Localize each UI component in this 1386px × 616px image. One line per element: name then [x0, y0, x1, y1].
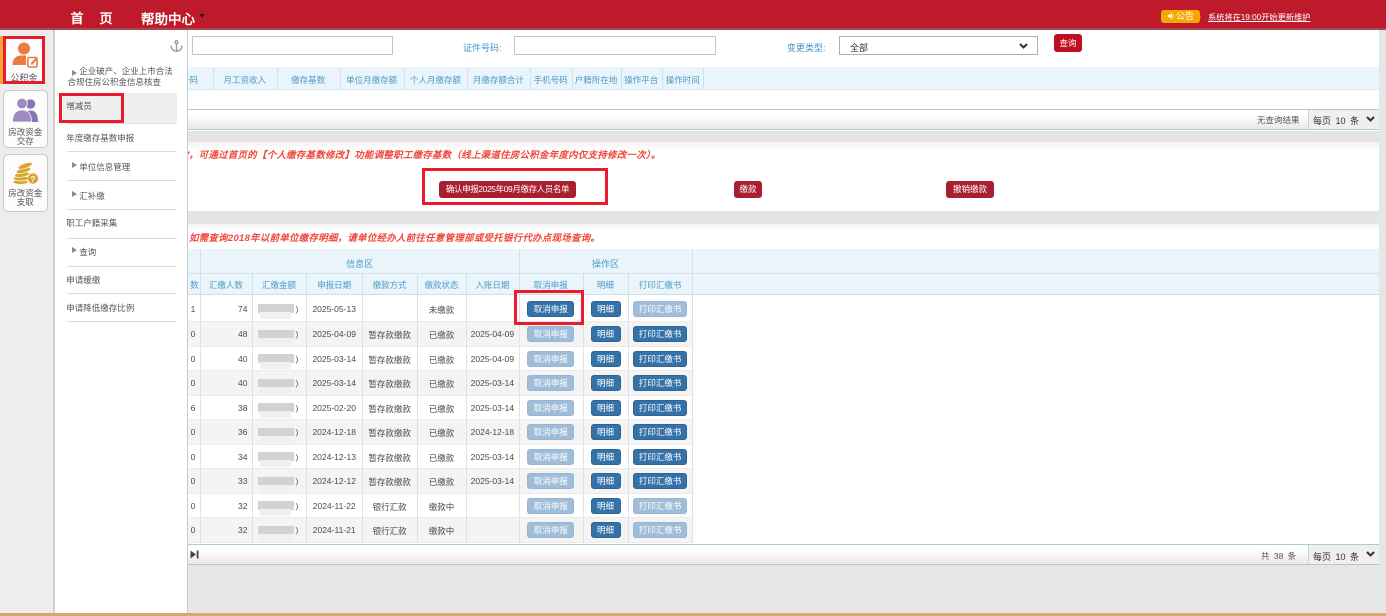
svg-text:?: ? — [31, 175, 36, 184]
